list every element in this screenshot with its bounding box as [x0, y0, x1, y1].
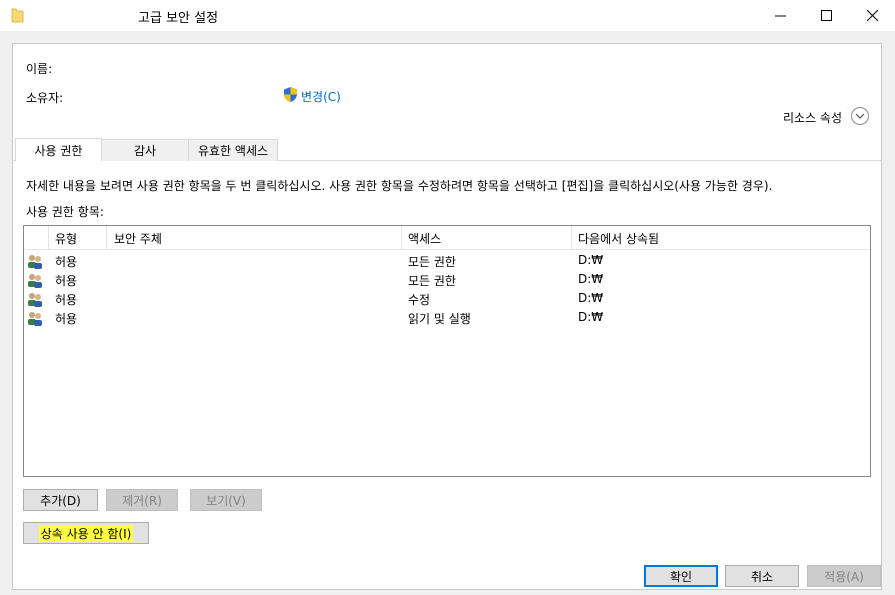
- column-separator[interactable]: [571, 226, 572, 249]
- row-type: 허용: [55, 293, 78, 307]
- row-type: 허용: [55, 312, 78, 326]
- add-button[interactable]: 추가(D): [23, 489, 98, 511]
- column-separator[interactable]: [401, 226, 402, 249]
- minimize-icon: [774, 15, 786, 17]
- column-header-type[interactable]: 유형: [55, 230, 77, 247]
- maximize-icon: [820, 10, 832, 21]
- folder-icon: [11, 8, 24, 23]
- apply-button[interactable]: 적용(A): [807, 565, 881, 587]
- tab-auditing[interactable]: 감사: [101, 139, 189, 161]
- row-access: 모든 권한: [408, 255, 456, 269]
- users-icon: [28, 312, 42, 326]
- change-owner-link[interactable]: 변경(C): [301, 88, 341, 105]
- maximize-button[interactable]: [803, 0, 849, 31]
- users-icon: [28, 274, 42, 288]
- owner-label: 소유자:: [26, 91, 64, 105]
- name-label: 이름:: [26, 62, 53, 76]
- remove-button[interactable]: 제거(R): [106, 489, 178, 511]
- column-header-access[interactable]: 액세스: [408, 230, 441, 247]
- users-icon: [28, 255, 42, 269]
- ok-button[interactable]: 확인: [644, 565, 718, 587]
- window-title: 고급 보안 설정: [138, 11, 219, 26]
- column-separator[interactable]: [106, 226, 107, 249]
- row-inherited: D:₩: [578, 272, 604, 286]
- row-access: 읽기 및 실행: [408, 312, 471, 326]
- disable-inheritance-label: 상속 사용 안 함(I): [38, 524, 134, 542]
- close-icon: [866, 10, 878, 21]
- row-type: 허용: [55, 274, 78, 288]
- table-row[interactable]: 허용 수정 D:₩: [24, 289, 870, 308]
- close-button[interactable]: [849, 0, 895, 31]
- column-header-inherited-from[interactable]: 다음에서 상속됨: [578, 230, 659, 247]
- row-inherited: D:₩: [578, 310, 604, 324]
- resource-properties-label: 리소스 속성: [783, 111, 843, 125]
- users-icon: [28, 293, 42, 307]
- row-inherited: D:₩: [578, 253, 604, 267]
- column-separator[interactable]: [48, 226, 49, 249]
- row-access: 모든 권한: [408, 274, 456, 288]
- row-type: 허용: [55, 255, 78, 269]
- cancel-button[interactable]: 취소: [725, 565, 799, 587]
- minimize-button[interactable]: [757, 0, 803, 31]
- view-button[interactable]: 보기(V): [190, 489, 262, 511]
- expand-button[interactable]: [851, 107, 869, 125]
- disable-inheritance-button[interactable]: 상속 사용 안 함(I): [23, 522, 149, 544]
- table-row[interactable]: 허용 읽기 및 실행 D:₩: [24, 308, 870, 327]
- instructions-text: 자세한 내용을 보려면 사용 권한 항목을 두 번 클릭하십시오. 사용 권한 …: [26, 179, 773, 193]
- tab-effective-access[interactable]: 유효한 액세스: [188, 139, 278, 161]
- title-bar: 고급 보안 설정: [0, 0, 895, 31]
- table-row[interactable]: 허용 모든 권한 D:₩: [24, 251, 870, 270]
- permission-entries-list[interactable]: 유형 보안 주체 액세스 다음에서 상속됨 허용 모든 권한 D:₩ 허용 모든…: [23, 225, 871, 477]
- permission-entries-label: 사용 권한 항목:: [26, 205, 104, 219]
- row-access: 수정: [408, 293, 431, 307]
- row-inherited: D:₩: [578, 291, 604, 305]
- chevron-down-icon: [855, 113, 865, 119]
- table-row[interactable]: 허용 모든 권한 D:₩: [24, 270, 870, 289]
- uac-shield-icon: [284, 87, 297, 102]
- column-header-principal[interactable]: 보안 주체: [114, 230, 162, 247]
- tab-permissions[interactable]: 사용 권한: [15, 138, 102, 162]
- list-header: 유형 보안 주체 액세스 다음에서 상속됨: [24, 226, 870, 250]
